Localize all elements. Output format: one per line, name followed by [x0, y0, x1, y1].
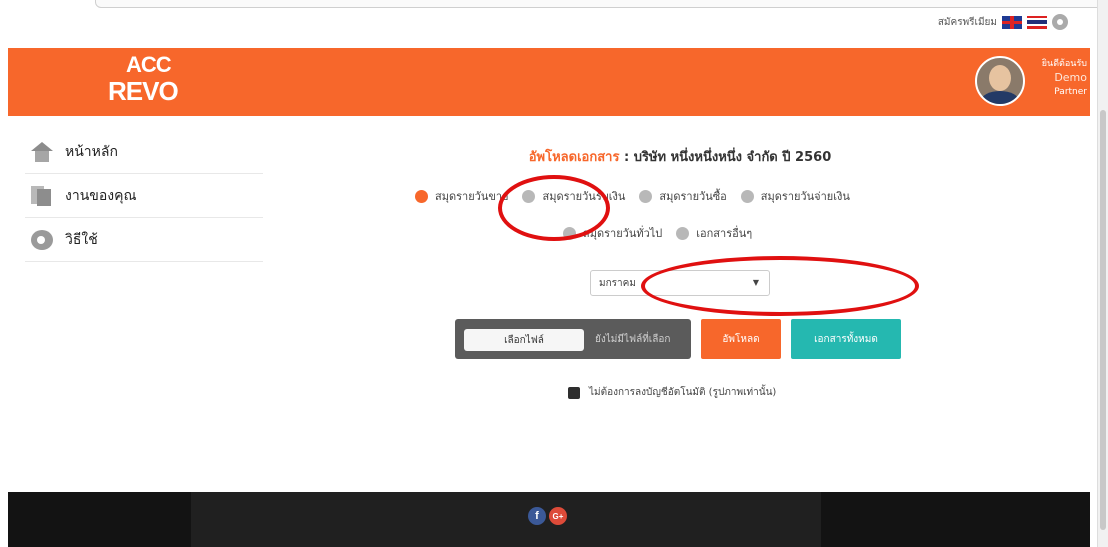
settings-gear-icon[interactable]	[1052, 14, 1068, 30]
radio-dot[interactable]	[676, 226, 690, 240]
logo-acc-text: ACC	[126, 52, 172, 77]
auto-posting-option: ไม่ต้องการลงบัญชีอัตโนมัติ (รูปภาพเท่านั…	[568, 385, 776, 400]
premium-signup-link[interactable]: สมัครพรีเมียม	[938, 15, 997, 30]
file-input: เลือกไฟล์ ยังไม่มีไฟล์ที่เลือก	[455, 319, 691, 359]
footer-center-band	[191, 492, 821, 547]
red-circle-annotation	[641, 256, 919, 316]
facebook-icon[interactable]: f	[528, 507, 546, 525]
scrollbar-thumb[interactable]	[1100, 110, 1106, 530]
radio-dot[interactable]	[639, 189, 653, 203]
radio-purchase-journal[interactable]: สมุดรายวันซื้อ	[639, 187, 727, 205]
user-name[interactable]: Demo	[1042, 71, 1087, 85]
radio-dot-selected[interactable]	[415, 189, 428, 203]
red-circle-annotation	[498, 175, 610, 241]
gear-icon	[31, 229, 53, 250]
radio-label: สมุดรายวันขาย	[435, 190, 509, 203]
user-info: ยินดีต้อนรับ Demo Partner	[1042, 57, 1087, 99]
radio-sales-journal[interactable]: สมุดรายวันขาย	[415, 187, 508, 205]
sidebar-item-how-to[interactable]: วิธีใช้	[25, 218, 263, 262]
no-file-text: ยังไม่มีไฟล์ที่เลือก	[595, 334, 671, 345]
scrollbar[interactable]	[1097, 0, 1108, 547]
upload-button[interactable]: อัพโหลด	[701, 319, 781, 359]
browser-frame	[95, 0, 1107, 8]
all-documents-button[interactable]: เอกสารทั้งหมด	[791, 319, 901, 359]
journal-type-radios-row-1: สมุดรายวันขาย สมุดรายวันรับเงิน สมุดรายว…	[415, 187, 850, 205]
logo-revo-text: REVO	[108, 76, 179, 106]
app-header: ACC REVO ยินดีต้อนรับ Demo Partner	[8, 48, 1090, 116]
radio-dot[interactable]	[740, 189, 754, 203]
month-select-value: มกราคม	[599, 277, 636, 289]
google-plus-icon[interactable]: G+	[549, 507, 567, 525]
radio-payments-journal[interactable]: สมุดรายวันจ่ายเงิน	[740, 187, 850, 205]
home-icon	[31, 141, 53, 162]
documents-icon	[31, 185, 53, 206]
sidebar-item-home[interactable]: หน้าหลัก	[25, 130, 263, 174]
radio-label: เอกสารอื่นๆ	[696, 227, 753, 240]
sidebar-item-label: วิธีใช้	[65, 231, 98, 248]
radio-label: สมุดรายวันจ่ายเงิน	[760, 190, 850, 203]
user-role: Partner	[1054, 87, 1087, 97]
radio-label: สมุดรายวันซื้อ	[659, 190, 727, 203]
welcome-text: ยินดีต้อนรับ	[1041, 59, 1087, 69]
thai-flag-icon[interactable]	[1027, 15, 1047, 29]
uk-flag-icon[interactable]	[1002, 15, 1022, 29]
sidebar-item-label: งานของคุณ	[65, 187, 137, 204]
top-utility-bar: สมัครพรีเมียม	[938, 14, 1068, 30]
sidebar-item-your-work[interactable]: งานของคุณ	[25, 174, 263, 218]
social-links: f G+	[528, 507, 567, 525]
checkbox-label: ไม่ต้องการลงบัญชีอัตโนมัติ (รูปภาพเท่านั…	[589, 387, 777, 398]
title-prefix: อัพโหลดเอกสาร	[528, 150, 620, 165]
avatar[interactable]	[975, 56, 1025, 106]
page-title: อัพโหลดเอกสาร : บริษัท หนึ่งหนึ่งหนึ่ง จ…	[300, 146, 1060, 167]
choose-file-button[interactable]: เลือกไฟล์	[464, 329, 584, 351]
sidebar-item-label: หน้าหลัก	[65, 143, 118, 160]
no-auto-posting-checkbox[interactable]	[568, 386, 580, 399]
radio-other-documents[interactable]: เอกสารอื่นๆ	[676, 224, 752, 242]
sidebar: หน้าหลัก งานของคุณ วิธีใช้	[25, 130, 263, 262]
title-company: : บริษัท หนึ่งหนึ่งหนึ่ง จำกัด ปี 2560	[619, 150, 832, 165]
